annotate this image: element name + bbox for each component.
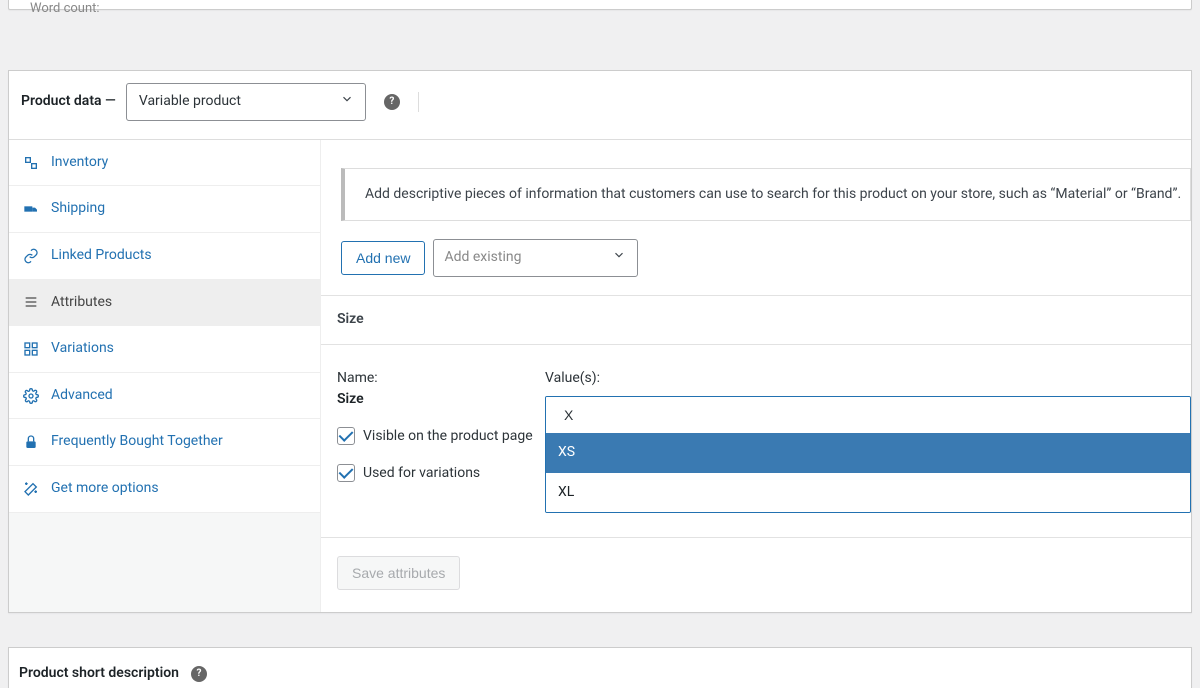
used-for-variations-label: Used for variations: [363, 463, 480, 484]
attributes-hint: Add descriptive pieces of information th…: [341, 168, 1191, 222]
product-type-select-wrapper[interactable]: Variable product: [126, 83, 366, 121]
product-type-select[interactable]: Variable product: [126, 83, 366, 121]
title-dash: —: [102, 93, 116, 109]
tab-advanced-label: Advanced: [51, 386, 113, 406]
tab-variations[interactable]: Variations: [9, 326, 320, 373]
inventory-icon: [23, 155, 39, 171]
attributes-actions-row: Add new Add existing: [341, 239, 1191, 277]
product-data-panel: Product data — Variable product ? Invent…: [8, 70, 1192, 613]
gear-icon: [23, 388, 39, 404]
product-short-description-title: Product short description: [19, 664, 179, 684]
tab-fbt-label: Frequently Bought Together: [51, 432, 223, 452]
word-count-label: Word count:: [30, 0, 1200, 18]
attribute-header-label: Size: [337, 311, 364, 327]
tab-attributes[interactable]: Attributes: [9, 280, 320, 327]
product-data-header: Product data — Variable product ?: [9, 71, 1191, 140]
attribute-values-label: Value(s):: [545, 369, 1191, 389]
lock-icon: [23, 434, 39, 450]
attribute-values-option-xs[interactable]: XS: [546, 433, 1190, 473]
tab-linked-products[interactable]: Linked Products: [9, 233, 320, 280]
product-short-description-header: Product short description ?: [8, 647, 1192, 688]
product-data-title-text: Product data: [21, 93, 102, 109]
divider: [418, 92, 419, 112]
save-row: Save attributes: [321, 537, 1191, 612]
tab-inventory[interactable]: Inventory: [9, 140, 320, 187]
tab-attributes-label: Attributes: [51, 293, 112, 313]
attribute-values-option-xl[interactable]: XL: [546, 473, 1190, 513]
tab-shipping[interactable]: Shipping: [9, 186, 320, 233]
product-data-tabs: Inventory Shipping Linked Products Attri…: [9, 140, 321, 613]
chevron-down-icon: [612, 248, 626, 268]
tab-shipping-label: Shipping: [51, 199, 105, 219]
visible-on-page-label: Visible on the product page: [363, 426, 533, 447]
attribute-name-value: Size: [337, 390, 545, 410]
product-data-body: Inventory Shipping Linked Products Attri…: [9, 140, 1191, 613]
wand-icon: [23, 481, 39, 497]
attribute-right: Value(s): XS XL: [545, 369, 1191, 514]
list-icon: [23, 294, 39, 310]
attribute-values-search-input[interactable]: [546, 397, 1190, 433]
tab-get-more-options[interactable]: Get more options: [9, 466, 320, 513]
tab-variations-label: Variations: [51, 339, 114, 359]
tab-frequently-bought-together[interactable]: Frequently Bought Together: [9, 419, 320, 466]
save-attributes-button[interactable]: Save attributes: [337, 556, 460, 590]
attribute-values-box: XS XL: [545, 396, 1191, 513]
help-icon[interactable]: ?: [384, 94, 400, 110]
add-existing-select-wrapper[interactable]: Add existing: [433, 239, 638, 277]
product-data-title: Product data —: [21, 92, 116, 112]
attribute-body: Name: Size Visible on the product page U…: [321, 345, 1191, 538]
visible-on-page-row[interactable]: Visible on the product page: [337, 426, 545, 447]
help-icon[interactable]: ?: [191, 666, 207, 682]
tab-advanced[interactable]: Advanced: [9, 373, 320, 420]
tab-linked-products-label: Linked Products: [51, 246, 152, 266]
attribute-name-label: Name:: [337, 369, 545, 389]
tab-inventory-label: Inventory: [51, 153, 108, 173]
used-for-variations-row[interactable]: Used for variations: [337, 463, 545, 484]
tab-get-more-label: Get more options: [51, 479, 159, 499]
attributes-content: Add descriptive pieces of information th…: [321, 140, 1191, 613]
link-icon: [23, 248, 39, 264]
add-new-button[interactable]: Add new: [341, 241, 425, 275]
attribute-header[interactable]: Size: [321, 295, 1191, 345]
used-for-variations-checkbox[interactable]: [337, 464, 355, 482]
add-existing-select[interactable]: Add existing: [433, 239, 638, 277]
grid-icon: [23, 341, 39, 357]
attribute-left: Name: Size Visible on the product page U…: [337, 369, 545, 514]
truck-icon: [23, 201, 39, 217]
visible-on-page-checkbox[interactable]: [337, 427, 355, 445]
